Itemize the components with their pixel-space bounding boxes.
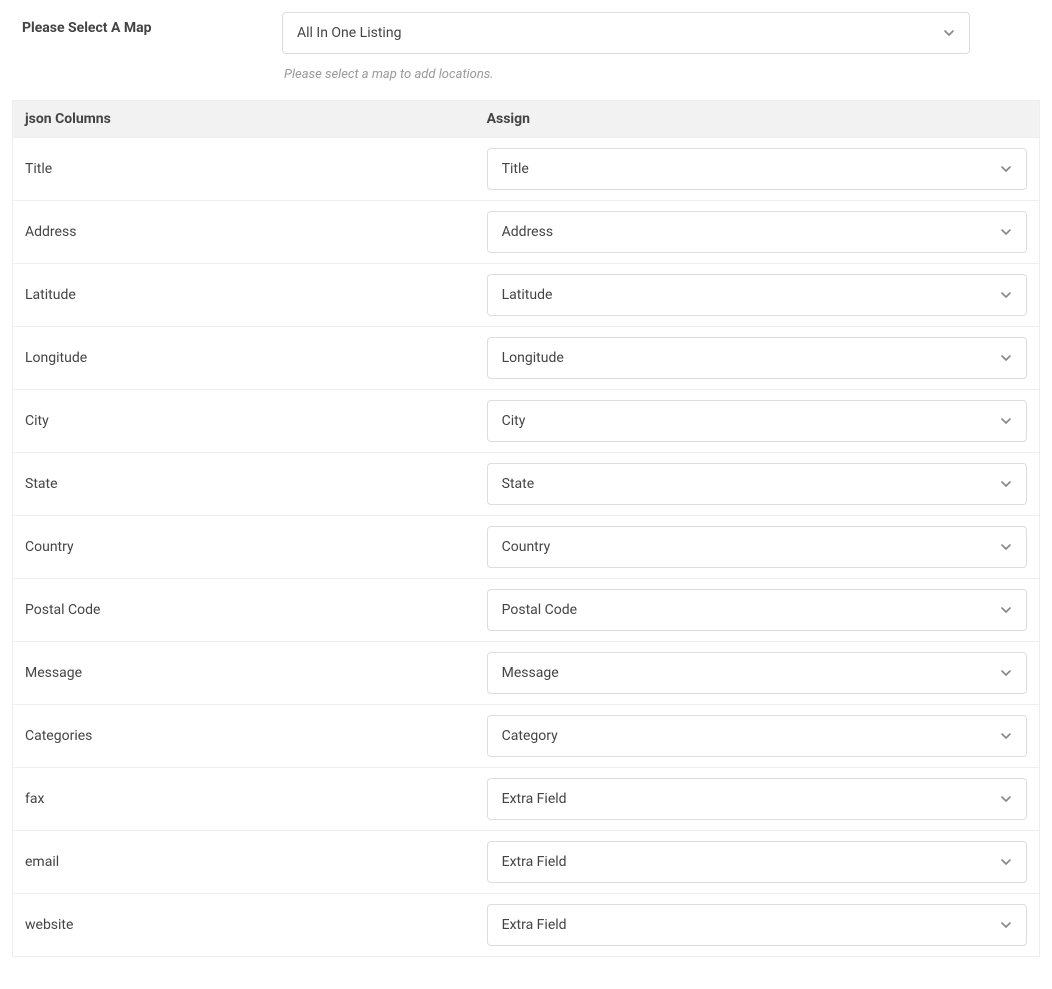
chevron-down-icon <box>998 917 1014 933</box>
map-select[interactable]: All In One Listing <box>282 12 970 54</box>
assign-cell: Address <box>475 201 1040 264</box>
chevron-down-icon <box>998 476 1014 492</box>
table-row: Title Title <box>13 138 1040 201</box>
assign-cell: Extra Field <box>475 831 1040 894</box>
chevron-down-icon <box>998 350 1014 366</box>
table-row: Latitude Latitude <box>13 264 1040 327</box>
assign-cell: Postal Code <box>475 579 1040 642</box>
assign-select-value: Latitude <box>502 287 553 304</box>
chevron-down-icon <box>998 224 1014 240</box>
assign-select-value: Extra Field <box>502 791 567 808</box>
assign-select[interactable]: Longitude <box>487 337 1027 379</box>
column-name: email <box>13 831 475 894</box>
chevron-down-icon <box>998 665 1014 681</box>
assign-select[interactable]: Latitude <box>487 274 1027 316</box>
assign-select[interactable]: Address <box>487 211 1027 253</box>
assign-select[interactable]: Postal Code <box>487 589 1027 631</box>
column-name: Categories <box>13 705 475 768</box>
chevron-down-icon <box>998 287 1014 303</box>
assign-cell: Extra Field <box>475 768 1040 831</box>
assign-cell: City <box>475 390 1040 453</box>
assign-select-value: State <box>502 476 535 493</box>
table-row: Longitude Longitude <box>13 327 1040 390</box>
assign-cell: Category <box>475 705 1040 768</box>
column-name: Message <box>13 642 475 705</box>
column-assign-table: json Columns Assign TitleTitleAddressAdd… <box>12 100 1040 957</box>
assign-cell: Title <box>475 138 1040 201</box>
table-row: City City <box>13 390 1040 453</box>
table-row: State State <box>13 453 1040 516</box>
table-row: Country Country <box>13 516 1040 579</box>
chevron-down-icon <box>998 413 1014 429</box>
chevron-down-icon <box>998 539 1014 555</box>
chevron-down-icon <box>998 602 1014 618</box>
chevron-down-icon <box>998 161 1014 177</box>
map-select-value: All In One Listing <box>297 25 401 42</box>
th-assign: Assign <box>475 101 1040 138</box>
column-name: City <box>13 390 475 453</box>
assign-select-value: Category <box>502 728 558 745</box>
table-row: Message Message <box>13 642 1040 705</box>
assign-select[interactable]: Category <box>487 715 1027 757</box>
map-select-control: All In One Listing Please select a map t… <box>282 12 1040 82</box>
column-name: Latitude <box>13 264 475 327</box>
column-name: website <box>13 894 475 957</box>
assign-select[interactable]: City <box>487 400 1027 442</box>
map-select-helper: Please select a map to add locations. <box>284 67 970 82</box>
assign-cell: Message <box>475 642 1040 705</box>
th-json-columns: json Columns <box>13 101 475 138</box>
assign-select[interactable]: Message <box>487 652 1027 694</box>
assign-select-value: Extra Field <box>502 854 567 871</box>
table-row: Categories Category <box>13 705 1040 768</box>
column-name: State <box>13 453 475 516</box>
assign-select-value: City <box>502 413 526 430</box>
column-name: Title <box>13 138 475 201</box>
assign-cell: Extra Field <box>475 894 1040 957</box>
table-row: email Extra Field <box>13 831 1040 894</box>
assign-cell: State <box>475 453 1040 516</box>
column-name: Postal Code <box>13 579 475 642</box>
chevron-down-icon <box>998 791 1014 807</box>
assign-cell: Longitude <box>475 327 1040 390</box>
assign-select-value: Extra Field <box>502 917 567 934</box>
assign-select-value: Message <box>502 665 559 682</box>
assign-cell: Latitude <box>475 264 1040 327</box>
assign-select-value: Address <box>502 224 553 241</box>
chevron-down-icon <box>998 728 1014 744</box>
assign-select-value: Country <box>502 539 551 556</box>
column-name: fax <box>13 768 475 831</box>
assign-select[interactable]: Country <box>487 526 1027 568</box>
chevron-down-icon <box>998 854 1014 870</box>
assign-select[interactable]: State <box>487 463 1027 505</box>
table-row: website Extra Field <box>13 894 1040 957</box>
assign-select[interactable]: Title <box>487 148 1027 190</box>
column-name: Country <box>13 516 475 579</box>
assign-select-value: Postal Code <box>502 602 577 619</box>
map-select-row: Please Select A Map All In One Listing P… <box>12 12 1040 82</box>
assign-select[interactable]: Extra Field <box>487 841 1027 883</box>
column-name: Address <box>13 201 475 264</box>
assign-select-value: Title <box>502 161 529 178</box>
table-row: fax Extra Field <box>13 768 1040 831</box>
table-row: Address Address <box>13 201 1040 264</box>
chevron-down-icon <box>941 25 957 41</box>
assign-select[interactable]: Extra Field <box>487 778 1027 820</box>
assign-cell: Country <box>475 516 1040 579</box>
assign-select-value: Longitude <box>502 350 564 367</box>
map-select-label: Please Select A Map <box>12 12 282 36</box>
assign-select[interactable]: Extra Field <box>487 904 1027 946</box>
table-row: Postal Code Postal Code <box>13 579 1040 642</box>
column-name: Longitude <box>13 327 475 390</box>
